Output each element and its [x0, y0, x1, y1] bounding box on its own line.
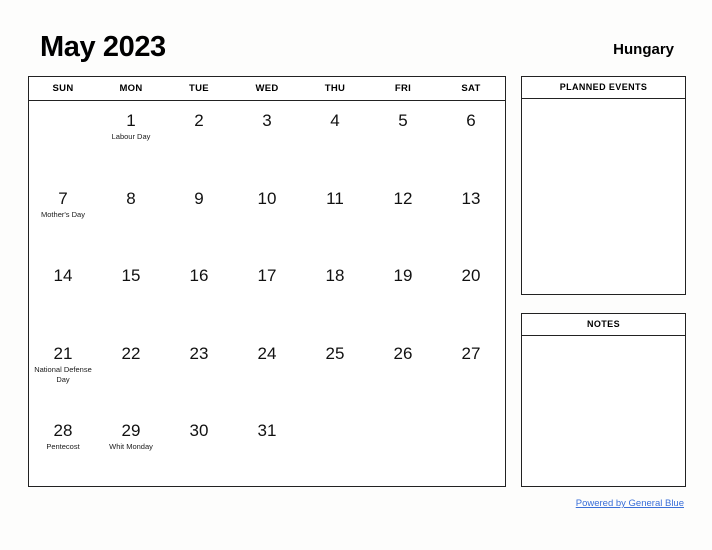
day-cell-29[interactable]: 29 Whit Monday: [97, 411, 165, 489]
calendar-week-row: 1 Labour Day 2 3 4 5 6: [29, 101, 505, 179]
day-number: 1: [126, 111, 136, 130]
day-cell-empty: [301, 411, 369, 489]
day-number: 28: [53, 421, 73, 440]
day-number: 29: [121, 421, 141, 440]
day-number: 24: [257, 343, 277, 363]
day-cell-21[interactable]: 21 National Defense Day: [29, 334, 97, 412]
day-cell-14[interactable]: 14: [29, 256, 97, 334]
day-number: 11: [326, 188, 344, 208]
day-cell-empty: [437, 411, 505, 489]
weekday-header-thu: THU: [324, 83, 346, 94]
day-cell-23[interactable]: 23: [165, 334, 233, 412]
day-cell-10[interactable]: 10: [233, 179, 301, 257]
page-title: May 2023: [40, 31, 166, 63]
day-number: 18: [325, 266, 345, 285]
day-event-label: Mother's Day: [41, 209, 85, 219]
day-number: 25: [325, 343, 345, 363]
day-cell-6[interactable]: 6: [437, 101, 505, 179]
planned-events-panel: PLANNED EVENTS: [521, 76, 686, 295]
day-number: 6: [466, 111, 476, 130]
day-number: 17: [257, 266, 277, 285]
weekday-header-sat: SAT: [461, 83, 481, 94]
day-number: 7: [58, 188, 68, 208]
day-number: 14: [53, 266, 73, 285]
calendar-week-row: 28 Pentecost 29 Whit Monday 30 31: [29, 411, 505, 489]
day-cell-15[interactable]: 15: [97, 256, 165, 334]
day-number: 23: [189, 343, 209, 363]
day-cell-4[interactable]: 4: [301, 101, 369, 179]
day-cell-9[interactable]: 9: [165, 179, 233, 257]
weekday-header-fri: FRI: [394, 83, 412, 94]
day-number: 21: [53, 343, 73, 363]
notes-body[interactable]: [522, 336, 685, 486]
calendar-weeks: 1 Labour Day 2 3 4 5 6 7 Mother's Day 8 9 10 11 12 13 1…: [29, 101, 505, 489]
day-number: 15: [121, 266, 141, 285]
day-number: 30: [189, 421, 209, 440]
day-cell-8[interactable]: 8: [97, 179, 165, 257]
day-number: 3: [262, 111, 272, 130]
day-cell-24[interactable]: 24: [233, 334, 301, 412]
day-cell-1[interactable]: 1 Labour Day: [97, 101, 165, 179]
day-cell-31[interactable]: 31: [233, 411, 301, 489]
day-number: 8: [126, 188, 136, 208]
notes-panel: NOTES: [521, 313, 686, 487]
day-number: 26: [393, 343, 413, 363]
day-cell-25[interactable]: 25: [301, 334, 369, 412]
day-event-label: Labour Day: [111, 132, 151, 141]
weekday-header-wed: WED: [255, 83, 279, 94]
day-event-label: Pentecost: [46, 442, 80, 451]
day-cell-17[interactable]: 17: [233, 256, 301, 334]
calendar-week-row: 21 National Defense Day 22 23 24 25 26 27: [29, 334, 505, 412]
day-event-label: National Defense Day: [34, 364, 92, 384]
calendar-grid: SUN MON TUE WED THU FRI SAT 1 Labour Day 2 3 4 5 6 7 M…: [28, 76, 506, 487]
day-number: 27: [461, 343, 481, 363]
weekday-header-sun: SUN: [52, 83, 74, 94]
weekday-header-tue: TUE: [189, 83, 209, 94]
day-cell-12[interactable]: 12: [369, 179, 437, 257]
day-number: 13: [461, 188, 481, 208]
day-number: 9: [194, 188, 204, 208]
day-number: 5: [398, 111, 408, 130]
day-number: 31: [257, 421, 277, 440]
day-number: 19: [393, 266, 413, 285]
notes-title: NOTES: [522, 314, 685, 336]
day-cell-30[interactable]: 30: [165, 411, 233, 489]
day-cell-28[interactable]: 28 Pentecost: [29, 411, 97, 489]
calendar-week-row: 14 15 16 17 18 19 20: [29, 256, 505, 334]
powered-by-link[interactable]: Powered by General Blue: [576, 498, 684, 509]
day-event-label: Whit Monday: [109, 442, 153, 451]
day-cell-13[interactable]: 13: [437, 179, 505, 257]
day-cell-5[interactable]: 5: [369, 101, 437, 179]
day-number: 20: [461, 266, 481, 285]
day-number: 22: [121, 343, 141, 363]
day-cell-11[interactable]: 11: [301, 179, 369, 257]
day-cell-2[interactable]: 2: [165, 101, 233, 179]
day-cell-7[interactable]: 7 Mother's Day: [29, 179, 97, 257]
day-cell-26[interactable]: 26: [369, 334, 437, 412]
day-number: 10: [257, 188, 277, 208]
page-header: May 2023 Hungary: [0, 0, 712, 72]
day-cell-empty: [29, 101, 97, 179]
day-cell-27[interactable]: 27: [437, 334, 505, 412]
day-cell-19[interactable]: 19: [369, 256, 437, 334]
day-cell-empty: [369, 411, 437, 489]
weekday-header-mon: MON: [119, 83, 143, 94]
day-cell-20[interactable]: 20: [437, 256, 505, 334]
planned-events-body[interactable]: [522, 99, 685, 294]
day-number: 4: [330, 111, 340, 130]
day-cell-16[interactable]: 16: [165, 256, 233, 334]
day-number: 12: [393, 188, 413, 208]
day-number: 2: [194, 111, 204, 130]
day-cell-18[interactable]: 18: [301, 256, 369, 334]
calendar-week-row: 7 Mother's Day 8 9 10 11 12 13: [29, 179, 505, 257]
day-cell-22[interactable]: 22: [97, 334, 165, 412]
weekday-header-row: SUN MON TUE WED THU FRI SAT: [29, 77, 505, 101]
planned-events-title: PLANNED EVENTS: [522, 77, 685, 99]
country-label: Hungary: [613, 41, 674, 58]
day-number: 16: [189, 266, 209, 285]
day-cell-3[interactable]: 3: [233, 101, 301, 179]
